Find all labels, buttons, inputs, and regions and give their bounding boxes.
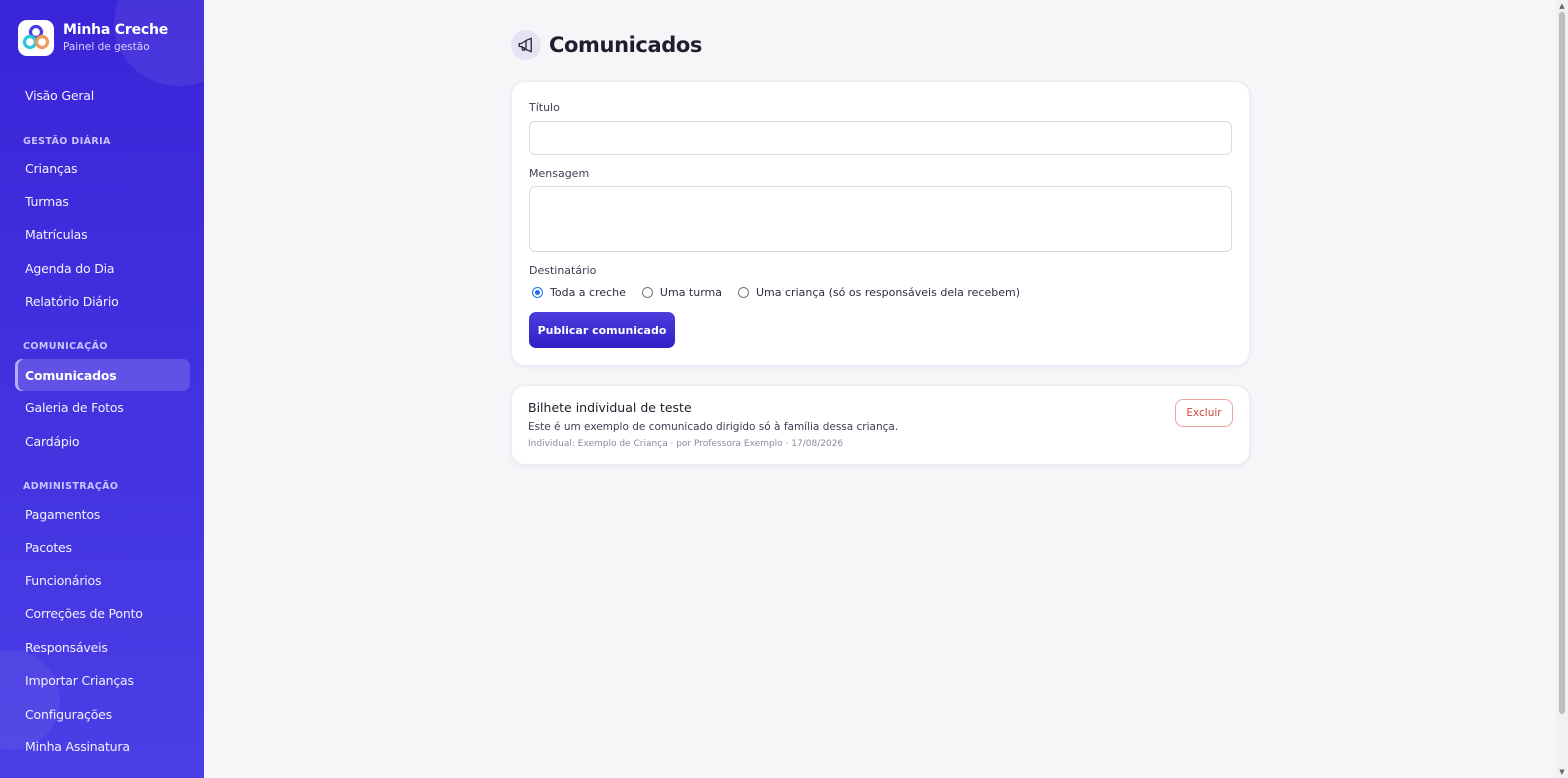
sidebar-item-comunicados[interactable]: Comunicados <box>15 359 190 391</box>
message-textarea[interactable] <box>529 186 1232 252</box>
radio-label: Uma turma <box>659 286 722 299</box>
scroll-thumb[interactable] <box>1559 12 1565 714</box>
sidebar-item-turmas[interactable]: Turmas <box>15 185 190 217</box>
radio-label: Uma criança (só os responsáveis dela rec… <box>756 286 1020 299</box>
announcement-item: Bilhete individual de teste Este é um ex… <box>511 385 1250 465</box>
page-scrollbar[interactable]: ▲ ▼ <box>1556 0 1568 778</box>
recipient-radio-group: Toda a creche Uma turma Uma criança (só … <box>532 286 1036 299</box>
radio-unchecked[interactable] <box>738 287 749 298</box>
sidebar-item-assinatura[interactable]: Minha Assinatura <box>15 730 190 762</box>
recipient-option-toda-creche[interactable]: Toda a creche <box>532 286 626 299</box>
recipient-option-crianca[interactable]: Uma criança (só os responsáveis dela rec… <box>738 286 1020 299</box>
scroll-down-icon[interactable]: ▼ <box>1558 768 1566 776</box>
sidebar-section-title: GESTÃO DIÁRIA <box>23 136 111 147</box>
announcement-form: Título Mensagem Destinatário Toda a crec… <box>511 81 1250 366</box>
sidebar-item-visao-geral[interactable]: Visão Geral <box>15 79 190 111</box>
sidebar-item-correcoes-ponto[interactable]: Correções de Ponto <box>15 597 190 629</box>
sidebar: Minha Creche Painel de gestão Visão Gera… <box>0 0 204 778</box>
publish-button[interactable]: Publicar comunicado <box>529 312 675 348</box>
delete-button[interactable]: Excluir <box>1175 399 1233 427</box>
sidebar-item-criancas[interactable]: Crianças <box>15 152 190 184</box>
radio-checked[interactable] <box>532 287 543 298</box>
sidebar-item-relatorio[interactable]: Relatório Diário <box>15 285 190 317</box>
sidebar-item-pacotes[interactable]: Pacotes <box>15 531 190 563</box>
sidebar-item-matriculas[interactable]: Matrículas <box>15 218 190 250</box>
app-title: Minha Creche <box>63 22 169 38</box>
app-subtitle: Painel de gestão <box>63 41 150 53</box>
title-label: Título <box>529 101 560 114</box>
recipient-label: Destinatário <box>529 264 597 277</box>
sidebar-item-pagamentos[interactable]: Pagamentos <box>15 498 190 530</box>
page-title: Comunicados <box>549 33 702 57</box>
announcement-meta: Individual: Exemplo de Criança · por Pro… <box>528 439 844 449</box>
title-input[interactable] <box>529 121 1232 155</box>
announcement-body: Este é um exemplo de comunicado dirigido… <box>528 421 899 433</box>
radio-unchecked[interactable] <box>641 287 653 298</box>
megaphone-icon <box>511 30 541 60</box>
sidebar-section-title: ADMINISTRAÇÃO <box>23 481 119 492</box>
sidebar-section-title: COMUNICAÇÃO <box>23 341 108 352</box>
sidebar-item-agenda[interactable]: Agenda do Dia <box>15 252 190 284</box>
sidebar-item-cardapio[interactable]: Cardápio <box>15 425 190 457</box>
sidebar-item-importar[interactable]: Importar Crianças <box>15 664 190 696</box>
sidebar-item-funcionarios[interactable]: Funcionários <box>15 564 190 596</box>
sidebar-item-configuracoes[interactable]: Configurações <box>15 698 190 730</box>
scroll-up-icon[interactable]: ▲ <box>1558 2 1566 10</box>
message-label: Mensagem <box>529 167 590 180</box>
app-logo-icon <box>18 20 54 56</box>
recipient-option-turma[interactable]: Uma turma <box>641 286 722 299</box>
announcement-title: Bilhete individual de teste <box>528 400 692 415</box>
sidebar-item-galeria[interactable]: Galeria de Fotos <box>15 391 190 423</box>
brand[interactable]: Minha Creche Painel de gestão <box>18 20 168 56</box>
sidebar-item-responsaveis[interactable]: Responsáveis <box>15 631 190 663</box>
radio-label: Toda a creche <box>550 286 626 299</box>
page-header: Comunicados <box>511 30 702 60</box>
